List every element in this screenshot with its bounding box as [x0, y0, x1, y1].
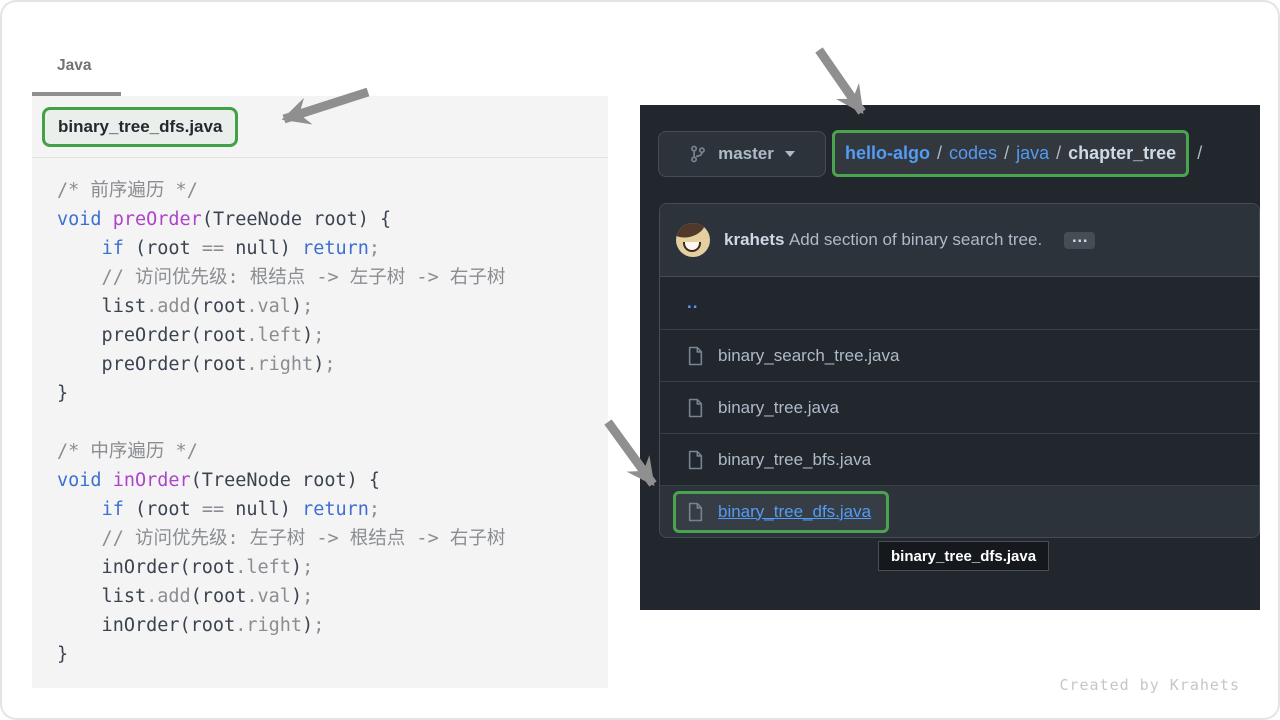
- file-icon: [687, 450, 704, 470]
- parent-dir-link[interactable]: ..: [687, 293, 698, 313]
- repo-toolbar: master hello-algo / codes / java / chapt…: [658, 130, 1202, 177]
- code-line: /* 前序遍历 */: [57, 176, 608, 205]
- filename-tooltip: binary_tree_dfs.java: [878, 541, 1049, 571]
- file-row[interactable]: binary_search_tree.java: [660, 329, 1259, 381]
- code-editor-panel: binary_tree_dfs.java /* 前序遍历 */void preO…: [32, 96, 608, 688]
- arrow-to-breadcrumb: [819, 50, 862, 112]
- file-icon: [687, 502, 704, 522]
- git-branch-icon: [689, 145, 707, 163]
- branch-label: master: [718, 144, 774, 164]
- editor-header: binary_tree_dfs.java: [32, 96, 608, 158]
- file-list-box: krahets Add section of binary search tre…: [659, 203, 1260, 538]
- file-row-highlighted[interactable]: binary_tree_dfs.java: [660, 485, 1259, 537]
- breadcrumb-codes-link[interactable]: codes: [949, 143, 997, 164]
- file-highlight-box: binary_tree_dfs.java: [673, 491, 889, 533]
- github-file-browser: master hello-algo / codes / java / chapt…: [640, 105, 1260, 610]
- code-line: preOrder(root.right);: [57, 350, 608, 379]
- breadcrumb-separator: /: [937, 143, 942, 164]
- code-line: [57, 408, 608, 437]
- latest-commit-bar: krahets Add section of binary search tre…: [660, 204, 1259, 277]
- file-name[interactable]: binary_search_tree.java: [718, 346, 899, 366]
- commit-message: Add section of binary search tree.: [789, 230, 1042, 249]
- code-line: /* 中序遍历 */: [57, 437, 608, 466]
- code-line: void inOrder(TreeNode root) {: [57, 466, 608, 495]
- code-line: if (root == null) return;: [57, 234, 608, 263]
- breadcrumb-trailing-slash: /: [1197, 143, 1202, 164]
- commit-more-button[interactable]: …: [1064, 232, 1095, 249]
- breadcrumb-separator: /: [1004, 143, 1009, 164]
- screenshot-canvas: Java binary_tree_dfs.java /* 前序遍历 */void…: [0, 0, 1280, 720]
- file-name[interactable]: binary_tree.java: [718, 398, 839, 418]
- breadcrumb-separator: /: [1056, 143, 1061, 164]
- footer-credit: Created by Krahets: [1059, 676, 1240, 694]
- breadcrumb-java-link[interactable]: java: [1016, 143, 1049, 164]
- code-line: preOrder(root.left);: [57, 321, 608, 350]
- breadcrumb-repo-link[interactable]: hello-algo: [845, 143, 930, 164]
- filename-label: binary_tree_dfs.java: [58, 117, 222, 136]
- code-line: }: [57, 640, 608, 669]
- code-line: inOrder(root.right);: [57, 611, 608, 640]
- code-line: list.add(root.val);: [57, 582, 608, 611]
- code-line: // 访问优先级: 左子树 -> 根结点 -> 右子树: [57, 524, 608, 553]
- user-avatar: [676, 223, 710, 257]
- code-line: }: [57, 379, 608, 408]
- code-block: /* 前序遍历 */void preOrder(TreeNode root) {…: [32, 158, 608, 669]
- file-row[interactable]: binary_tree_bfs.java: [660, 433, 1259, 485]
- commit-author-link[interactable]: krahets: [724, 230, 784, 249]
- code-line: // 访问优先级: 根结点 -> 左子树 -> 右子树: [57, 263, 608, 292]
- code-line: if (root == null) return;: [57, 495, 608, 524]
- file-row-parent-dir[interactable]: ..: [660, 277, 1259, 329]
- file-name[interactable]: binary_tree_bfs.java: [718, 450, 871, 470]
- code-line: inOrder(root.left);: [57, 553, 608, 582]
- code-line: list.add(root.val);: [57, 292, 608, 321]
- code-line: void preOrder(TreeNode root) {: [57, 205, 608, 234]
- branch-selector-button[interactable]: master: [658, 131, 826, 177]
- chevron-down-icon: [785, 151, 795, 157]
- file-icon: [687, 398, 704, 418]
- tab-java[interactable]: Java: [57, 57, 91, 75]
- file-icon: [687, 346, 704, 366]
- filename-highlight-box: binary_tree_dfs.java: [42, 107, 238, 147]
- breadcrumb-highlight-box: hello-algo / codes / java / chapter_tree: [832, 130, 1189, 177]
- file-link-binary-tree-dfs[interactable]: binary_tree_dfs.java: [718, 502, 871, 522]
- breadcrumb-current-folder: chapter_tree: [1068, 143, 1176, 164]
- file-row[interactable]: binary_tree.java: [660, 381, 1259, 433]
